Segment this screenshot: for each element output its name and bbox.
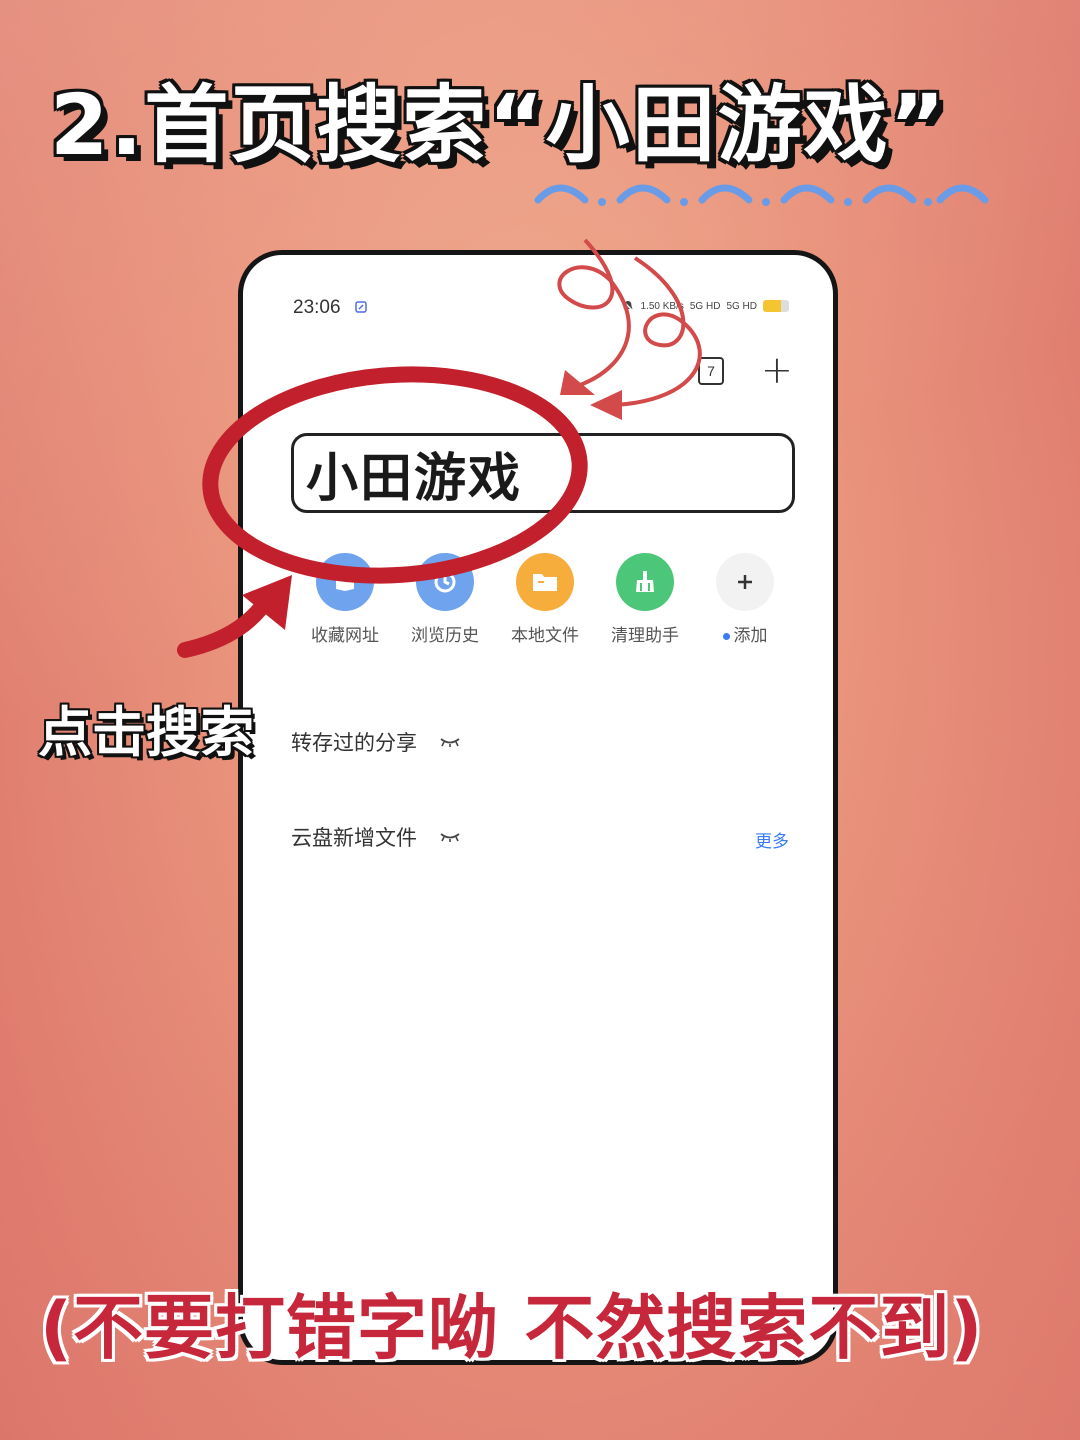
- quick-link-history[interactable]: 浏览历史: [395, 553, 495, 646]
- section-cloud-new-files[interactable]: 云盘新增文件: [291, 822, 461, 852]
- search-input-value: 小田游戏: [306, 448, 523, 509]
- bookmark-icon: [316, 553, 374, 611]
- notification-icon: [355, 301, 367, 313]
- eye-closed-icon: [440, 833, 460, 842]
- sim1-signal: 5G HD: [689, 300, 721, 312]
- status-time: 23:06: [293, 297, 341, 318]
- battery-icon: [763, 300, 789, 312]
- sim2-signal: 5G HD: [726, 300, 757, 312]
- headline-title: 2.首页搜索“小田游戏”: [50, 76, 947, 174]
- quick-link-label: 浏览历史: [411, 626, 479, 646]
- decorative-wave: [534, 184, 989, 206]
- new-tab-button[interactable]: +: [761, 351, 793, 389]
- quick-links: 收藏网址 浏览历史 本地文件 清理助手 添加: [295, 553, 795, 646]
- section-title: 云盘新增文件: [291, 826, 417, 850]
- phone-screen: 23:06 1.50 KB/s 5G HD 5G HD 7 + 小田游戏 收藏网…: [238, 250, 838, 1365]
- status-indicators: 1.50 KB/s 5G HD 5G HD: [621, 299, 789, 313]
- eye-closed-icon: [440, 738, 460, 747]
- broom-icon: [616, 553, 674, 611]
- quick-link-label: 收藏网址: [311, 626, 379, 646]
- section-title: 转存过的分享: [291, 731, 417, 755]
- new-dot-indicator: [722, 632, 730, 640]
- search-input[interactable]: 小田游戏: [291, 433, 795, 513]
- warning-banner: (不要打错字呦 不然搜索不到): [40, 1287, 984, 1369]
- tab-count-button[interactable]: 7: [698, 357, 724, 385]
- quick-link-cleaner[interactable]: 清理助手: [595, 553, 695, 646]
- section-saved-shares[interactable]: 转存过的分享: [291, 727, 461, 757]
- side-note-label: 点击搜索: [38, 701, 254, 764]
- folder-icon: [516, 553, 574, 611]
- quick-link-label: 本地文件: [511, 626, 579, 646]
- quick-link-label: 添加: [722, 621, 768, 646]
- plus-icon: [716, 553, 774, 611]
- mute-bell-icon: [621, 300, 634, 312]
- quick-link-label: 清理助手: [611, 626, 679, 646]
- quick-link-local-files[interactable]: 本地文件: [495, 553, 595, 646]
- history-icon: [416, 553, 474, 611]
- quick-link-bookmarks[interactable]: 收藏网址: [295, 553, 395, 646]
- net-speed: 1.50 KB/s: [640, 300, 684, 312]
- quick-link-add[interactable]: 添加: [695, 553, 795, 646]
- more-link[interactable]: 更多: [755, 827, 789, 852]
